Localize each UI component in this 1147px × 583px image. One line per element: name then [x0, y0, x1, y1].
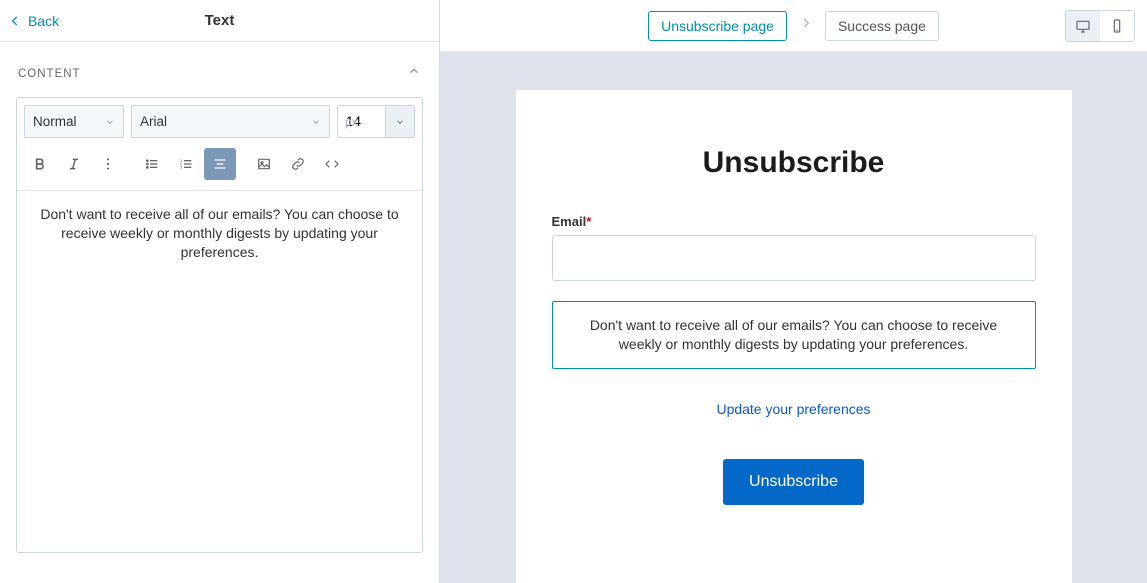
font-family-select[interactable]: Arial [131, 105, 330, 138]
mobile-view-button[interactable] [1100, 11, 1134, 41]
selected-text-block[interactable]: Don't want to receive all of our emails?… [552, 301, 1036, 369]
link-button[interactable] [282, 148, 314, 180]
svg-text:3: 3 [180, 165, 183, 170]
unsubscribe-form-card: Unsubscribe Email* Don't want to receive… [516, 90, 1072, 583]
unsubscribe-button[interactable]: Unsubscribe [723, 459, 864, 505]
email-label: Email* [552, 214, 1036, 229]
font-family-value: Arial [140, 114, 167, 129]
editor-panel: Back Text CONTENT Normal Arial [0, 0, 440, 583]
formatting-toolbar: 123 [17, 138, 422, 190]
font-controls-row: Normal Arial 14 px [17, 98, 422, 138]
chevron-up-icon [407, 64, 421, 83]
arrow-left-icon [8, 14, 22, 28]
update-preferences-link[interactable]: Update your preferences [552, 401, 1036, 417]
content-section: CONTENT Normal Arial 14 px [0, 42, 439, 553]
text-style-select[interactable]: Normal [24, 105, 124, 138]
mobile-icon [1109, 18, 1125, 34]
tab-success-page[interactable]: Success page [825, 11, 939, 41]
required-asterisk: * [586, 214, 591, 229]
editor-textarea[interactable]: Don't want to receive all of our emails?… [17, 191, 422, 552]
desktop-view-button[interactable] [1066, 11, 1100, 41]
desktop-icon [1075, 18, 1091, 34]
text-style-value: Normal [33, 114, 77, 129]
content-section-header[interactable]: CONTENT [16, 42, 423, 97]
content-section-label: CONTENT [18, 68, 81, 80]
editor-header: Back Text [0, 0, 439, 42]
font-size-input[interactable]: 14 px [337, 105, 385, 138]
submit-row: Unsubscribe [552, 459, 1036, 505]
chevron-down-icon [105, 117, 115, 127]
preview-panel: Unsubscribe page Success page Unsubscrib… [440, 0, 1147, 583]
bullet-list-button[interactable] [136, 148, 168, 180]
panel-title: Text [205, 12, 235, 29]
code-button[interactable] [316, 148, 348, 180]
font-size-dropdown[interactable] [385, 105, 415, 138]
chevron-right-icon [799, 16, 813, 35]
tab-unsubscribe-page[interactable]: Unsubscribe page [648, 11, 787, 41]
back-button[interactable]: Back [8, 13, 59, 29]
rich-text-editor: Normal Arial 14 px [16, 97, 423, 553]
back-label: Back [28, 13, 59, 29]
form-title: Unsubscribe [552, 146, 1036, 180]
more-formatting-button[interactable] [92, 148, 124, 180]
page-tabs: Unsubscribe page Success page [648, 11, 939, 41]
device-toggle [1065, 10, 1135, 42]
email-field[interactable] [552, 235, 1036, 281]
chevron-down-icon [311, 117, 321, 127]
chevron-down-icon [395, 117, 405, 127]
preview-header: Unsubscribe page Success page [440, 0, 1147, 52]
preview-canvas: Unsubscribe Email* Don't want to receive… [440, 52, 1147, 583]
image-button[interactable] [248, 148, 280, 180]
bold-button[interactable] [24, 148, 56, 180]
numbered-list-button[interactable]: 123 [170, 148, 202, 180]
align-center-button[interactable] [204, 148, 236, 180]
font-size-control: 14 px [337, 105, 415, 138]
font-size-unit: px [345, 115, 358, 129]
italic-button[interactable] [58, 148, 90, 180]
